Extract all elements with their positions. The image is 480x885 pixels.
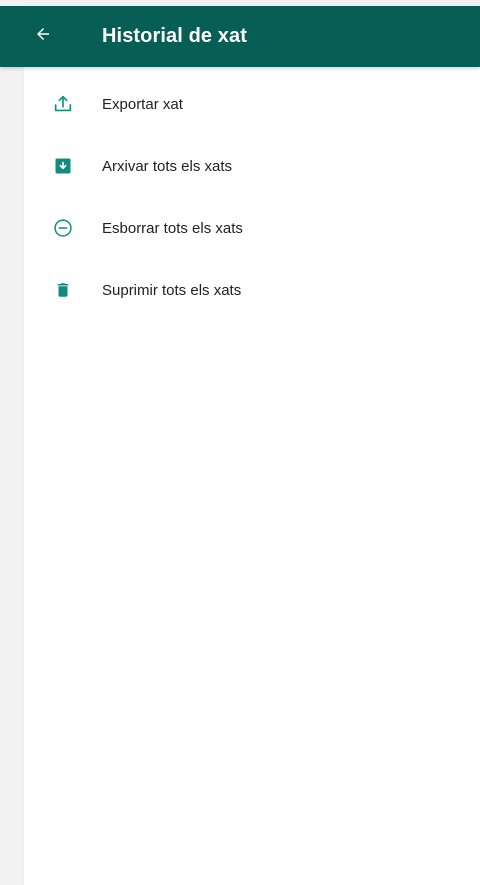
- page-title: Historial de xat: [102, 25, 247, 47]
- archive-all-chats-label: Arxivar tots els xats: [102, 157, 233, 175]
- share-upload-icon: [51, 92, 75, 116]
- delete-all-chats-label: Suprimir tots els xats: [102, 281, 242, 299]
- arrow-left-icon: [34, 25, 52, 48]
- chat-history-menu: Exportar xat Arxivar tots els xats Esbor…: [0, 73, 480, 321]
- archive-icon: [51, 154, 75, 178]
- minus-circle-icon: [51, 216, 75, 240]
- app-bar: Historial de xat: [0, 6, 480, 67]
- clear-all-chats-label: Esborrar tots els xats: [102, 219, 243, 237]
- delete-all-chats-item[interactable]: Suprimir tots els xats: [0, 259, 480, 321]
- archive-all-chats-item[interactable]: Arxivar tots els xats: [0, 135, 480, 197]
- back-button[interactable]: [34, 6, 86, 67]
- trash-icon: [51, 278, 75, 302]
- export-chat-label: Exportar xat: [102, 95, 183, 113]
- export-chat-item[interactable]: Exportar xat: [0, 73, 480, 135]
- clear-all-chats-item[interactable]: Esborrar tots els xats: [0, 197, 480, 259]
